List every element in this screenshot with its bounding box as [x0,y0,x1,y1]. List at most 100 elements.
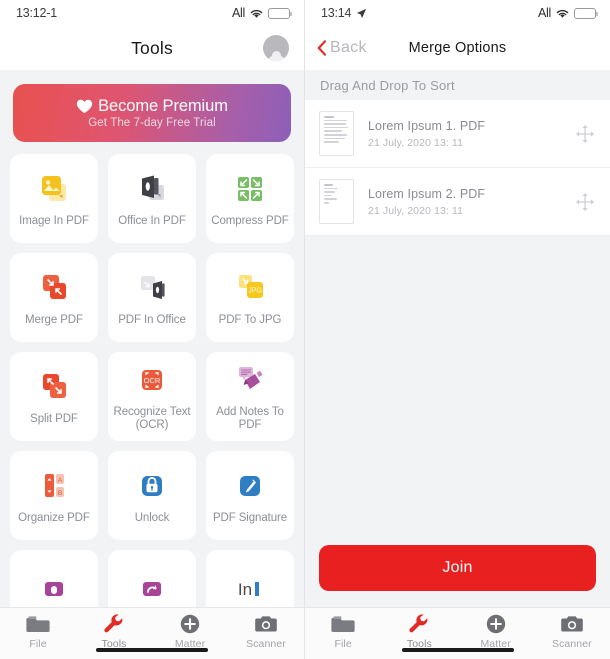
unlock-icon [133,467,171,505]
tool-label: Recognize Text (OCR) [113,406,191,431]
location-arrow-icon [357,8,367,18]
status-time: 13:14 [321,6,352,20]
tool-label: Office In PDF [118,214,186,227]
status-bar-left: 13:12-1 All [0,0,304,26]
pdf-to-office-icon [133,269,171,307]
drag-sort-hint: Drag And Drop To Sort [305,70,610,100]
tab-file[interactable]: File [305,613,381,650]
status-indicators: All [232,6,292,20]
tool-merge-pdf[interactable]: Merge PDF [10,253,98,342]
status-bar-right: 13:14 All [305,0,610,26]
compress-pdf-icon [231,170,269,208]
tool-add-notes-to-pdf[interactable]: Add Notes To PDF [206,352,294,441]
document-date: 21 July, 2020 13: 11 [368,204,464,217]
tab-tools[interactable]: Tools [381,613,457,650]
add-notes-icon [231,361,269,399]
tool-protect-pdf[interactable] [10,550,98,607]
folder-icon [331,613,355,635]
wifi-icon [556,9,569,18]
svg-text:OCR: OCR [144,376,161,385]
user-avatar-icon[interactable] [263,35,289,61]
tool-label: Merge PDF [25,313,83,326]
tool-organize-pdf[interactable]: A B Organize PDF [10,451,98,540]
battery-icon [268,7,292,19]
tool-label: Split PDF [30,412,78,425]
svg-text:In: In [238,580,252,599]
merge-pdf-icon [35,269,73,307]
tool-label: Compress PDF [211,214,289,227]
tab-matter[interactable]: Matter [152,613,228,650]
tool-insert-text[interactable]: In [206,550,294,607]
tab-label: File [334,638,352,650]
tool-pdf-to-jpg[interactable]: JPG PDF To JPG [206,253,294,342]
tab-scanner[interactable]: Scanner [228,613,304,650]
ocr-icon: OCR [133,361,171,399]
tool-compress-pdf[interactable]: Compress PDF [206,154,294,243]
tool-label: PDF In Office [118,313,186,326]
tab-label: File [29,638,47,650]
wrench-icon [408,613,430,635]
wifi-icon [250,9,263,18]
move-handle-icon[interactable] [574,191,596,213]
camera-icon [254,613,278,635]
tool-split-pdf[interactable]: Split PDF [10,352,98,441]
move-handle-icon[interactable] [574,123,596,145]
camera-icon [560,613,584,635]
document-list: Lorem Ipsum 1. PDF 21 July, 2020 13: 11 … [305,100,610,236]
tool-label: PDF Signature [212,511,288,524]
document-thumbnail [319,111,354,156]
tab-label: Scanner [246,638,286,650]
svg-text:B: B [58,490,62,497]
list-item[interactable]: Lorem Ipsum 1. PDF 21 July, 2020 13: 11 [305,100,610,168]
tab-tools[interactable]: Tools [76,613,152,650]
plus-circle-icon [486,613,506,635]
svg-text:A: A [58,477,63,484]
list-item[interactable]: Lorem Ipsum 2. PDF 21 July, 2020 13: 11 [305,168,610,236]
tool-unlock[interactable]: Unlock [108,451,196,540]
tool-pdf-in-office[interactable]: PDF In Office [108,253,196,342]
pdf-signature-icon [231,467,269,505]
tab-matter[interactable]: Matter [458,613,534,650]
status-indicators: All [538,6,598,20]
wrench-icon [103,613,125,635]
tool-recognize-text-ocr[interactable]: OCR Recognize Text (OCR) [108,352,196,441]
tools-scroll-area[interactable]: Become Premium Get The 7-day Free Trial … [0,70,304,607]
carrier-label: All [538,6,551,20]
document-date: 21 July, 2020 13: 11 [368,136,464,149]
document-thumbnail [319,179,354,224]
tool-label: Organize PDF [18,511,90,524]
become-premium-banner[interactable]: Become Premium Get The 7-day Free Trial [13,84,291,142]
page-title: Tools [131,37,173,58]
status-time: 13:12-1 [16,6,57,20]
merge-navbar: Back Merge Options [305,26,610,70]
document-info: Lorem Ipsum 2. PDF 21 July, 2020 13: 11 [354,187,574,217]
split-pdf-icon [35,368,73,406]
document-info: Lorem Ipsum 1. PDF 21 July, 2020 13: 11 [354,119,574,149]
tab-scanner[interactable]: Scanner [534,613,610,650]
page-title: Merge Options [408,40,507,56]
home-indicator-left [96,648,208,652]
tool-office-in-pdf[interactable]: Office In PDF [108,154,196,243]
tools-screen-panel: 13:12-1 All Tools Become Premium Get The… [0,0,305,659]
tools-navbar: Tools [0,26,304,70]
tool-image-in-pdf[interactable]: Image In PDF [10,154,98,243]
tool-label: Add Notes To PDF [216,406,284,431]
insert-text-icon: In [231,572,269,607]
protect-pdf-icon [35,572,73,607]
tab-file[interactable]: File [0,613,76,650]
join-button[interactable]: Join [319,545,596,591]
tool-label: Unlock [134,511,170,524]
office-to-pdf-icon [133,170,171,208]
document-name: Lorem Ipsum 2. PDF [368,186,486,201]
tool-label: Image In PDF [19,214,89,227]
join-button-container: Join [305,532,610,607]
document-name: Lorem Ipsum 1. PDF [368,118,486,133]
tool-rotate-pdf[interactable] [108,550,196,607]
merge-options-screen-panel: 13:14 All Back Merge Options Drag And Dr… [305,0,610,659]
rotate-pdf-icon [133,572,171,607]
folder-icon [26,613,50,635]
heart-icon [76,99,93,114]
premium-subtitle: Get The 7-day Free Trial [88,117,216,129]
tool-label: PDF To JPG [218,313,282,326]
tool-pdf-signature[interactable]: PDF Signature [206,451,294,540]
